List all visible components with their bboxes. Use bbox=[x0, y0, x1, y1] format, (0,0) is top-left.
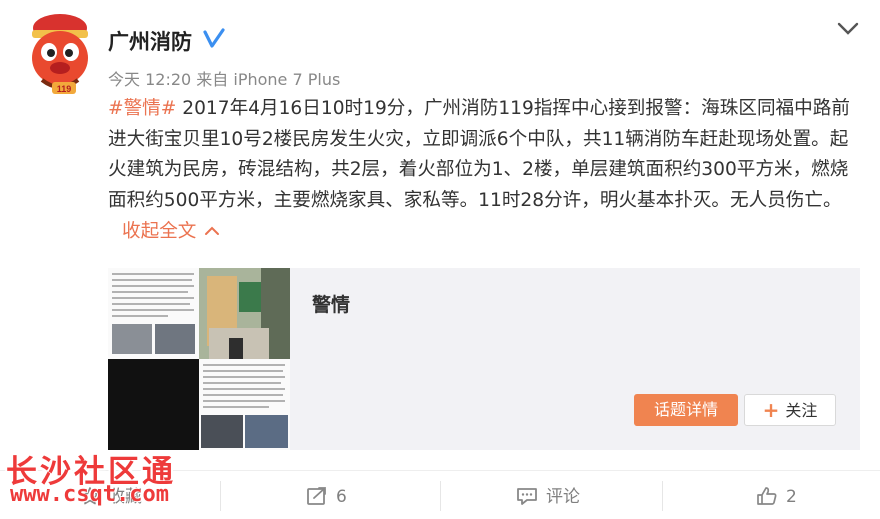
username[interactable]: 广州消防 bbox=[108, 26, 192, 56]
action-divider bbox=[220, 481, 221, 511]
topic-thumbnail[interactable] bbox=[108, 268, 290, 450]
follow-button[interactable]: + 关注 bbox=[744, 394, 836, 426]
collapse-label: 收起全文 bbox=[122, 220, 197, 242]
post-timestamp[interactable]: 今天 12:20 bbox=[108, 70, 191, 89]
action-divider bbox=[440, 481, 441, 511]
post-text: #警情# 2017年4月16日10时19分，广州消防119指挥中心接到报警：海珠… bbox=[108, 94, 864, 247]
post-meta: 今天 12:20 来自 iPhone 7 Plus bbox=[108, 66, 340, 90]
repost-icon bbox=[307, 487, 326, 505]
topic-details-button[interactable]: 话题详情 bbox=[634, 394, 738, 426]
thumb-dark-quadrant bbox=[108, 359, 199, 450]
watermark-url: www.csqt.com bbox=[10, 482, 169, 507]
collapse-link[interactable]: 收起全文 bbox=[122, 221, 220, 242]
plus-icon: + bbox=[762, 398, 780, 422]
verified-badge-icon bbox=[202, 27, 226, 51]
topic-card: 警情 话题详情 + 关注 bbox=[108, 268, 860, 450]
svg-text:119: 119 bbox=[57, 84, 72, 94]
chevron-up-icon bbox=[204, 216, 220, 247]
follow-label: 关注 bbox=[785, 401, 818, 420]
action-divider bbox=[662, 481, 663, 511]
repost-count: 6 bbox=[336, 487, 347, 507]
thumb-text-quadrant bbox=[108, 268, 199, 359]
comment-button[interactable]: 评论 bbox=[516, 485, 580, 509]
weibo-post: 119 广州消防 今天 12:20 来自 iPhone 7 Plus #警情# … bbox=[0, 0, 880, 519]
comment-icon bbox=[517, 488, 537, 505]
chevron-down-icon[interactable] bbox=[836, 18, 860, 38]
repost-button[interactable]: 6 bbox=[306, 485, 347, 509]
post-source: 来自 iPhone 7 Plus bbox=[196, 70, 341, 89]
thumbs-up-icon bbox=[757, 487, 777, 505]
avatar[interactable]: 119 bbox=[22, 10, 98, 96]
like-button[interactable]: 2 bbox=[756, 485, 797, 509]
post-body: 2017年4月16日10时19分，广州消防119指挥中心接到报警：海珠区同福中路… bbox=[108, 98, 850, 211]
thumb-text-photo-quadrant bbox=[199, 359, 290, 450]
comment-label: 评论 bbox=[546, 487, 580, 507]
like-count: 2 bbox=[786, 487, 797, 507]
card-title[interactable]: 警情 bbox=[312, 290, 350, 317]
hashtag-link[interactable]: #警情# bbox=[108, 98, 176, 119]
thumb-photo-quadrant bbox=[199, 268, 290, 359]
